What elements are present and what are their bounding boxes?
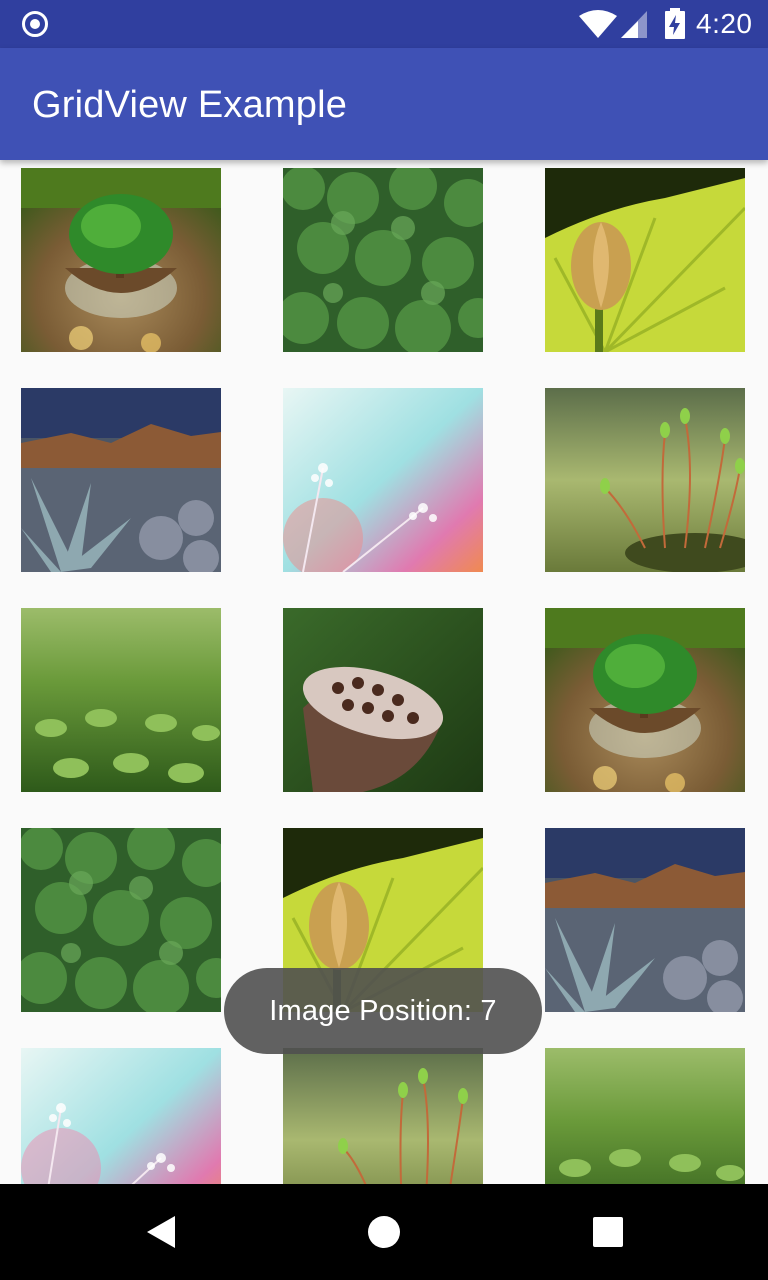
toast-text: Image Position: 7 <box>269 994 497 1027</box>
agave-mountains-image <box>21 388 221 572</box>
signal-icon <box>621 11 647 38</box>
grid-item-8[interactable] <box>545 608 745 792</box>
grid-item-13[interactable] <box>283 1048 483 1184</box>
navigation-bar <box>0 1184 768 1280</box>
grid-item-5[interactable] <box>545 388 745 572</box>
sprouts-image <box>545 388 745 572</box>
grid-item-4[interactable] <box>283 388 483 572</box>
green-leaves-field-image <box>545 1048 745 1184</box>
status-time: 4:20 <box>696 8 753 39</box>
terrarium-tree-image <box>21 168 221 352</box>
grid-item-2[interactable] <box>545 168 745 352</box>
grid-item-9[interactable] <box>21 828 221 1012</box>
grid-item-7[interactable] <box>283 608 483 792</box>
green-moss-image <box>283 168 483 352</box>
green-leaves-field-image <box>21 608 221 792</box>
terrarium-tree-image <box>545 608 745 792</box>
grid-item-3[interactable] <box>21 388 221 572</box>
app-bar: GridView Example <box>0 48 768 160</box>
home-icon <box>368 1216 400 1248</box>
pastel-flowers-image <box>283 388 483 572</box>
wifi-icon <box>579 10 617 38</box>
battery-charging-icon <box>665 8 685 39</box>
grid-item-6[interactable] <box>21 608 221 792</box>
back-icon <box>147 1216 175 1248</box>
lotus-bud-leaf-image <box>545 168 745 352</box>
back-button[interactable] <box>100 1184 220 1280</box>
green-moss-image <box>21 828 221 1012</box>
agave-mountains-image <box>545 828 745 1012</box>
recents-button[interactable] <box>548 1184 668 1280</box>
app-title: GridView Example <box>32 84 348 126</box>
grid-item-0[interactable] <box>21 168 221 352</box>
notification-icon <box>22 11 48 37</box>
status-bar: 4:20 <box>0 0 768 48</box>
pastel-flowers-image <box>21 1048 221 1184</box>
recents-icon <box>593 1217 623 1247</box>
grid-item-11[interactable] <box>545 828 745 1012</box>
toast-message: Image Position: 7 <box>224 968 542 1054</box>
home-button[interactable] <box>324 1184 444 1280</box>
lotus-seed-pod-image <box>283 608 483 792</box>
sprouts-image <box>283 1048 483 1184</box>
grid-item-14[interactable] <box>545 1048 745 1184</box>
grid-item-1[interactable] <box>283 168 483 352</box>
grid-item-12[interactable] <box>21 1048 221 1184</box>
